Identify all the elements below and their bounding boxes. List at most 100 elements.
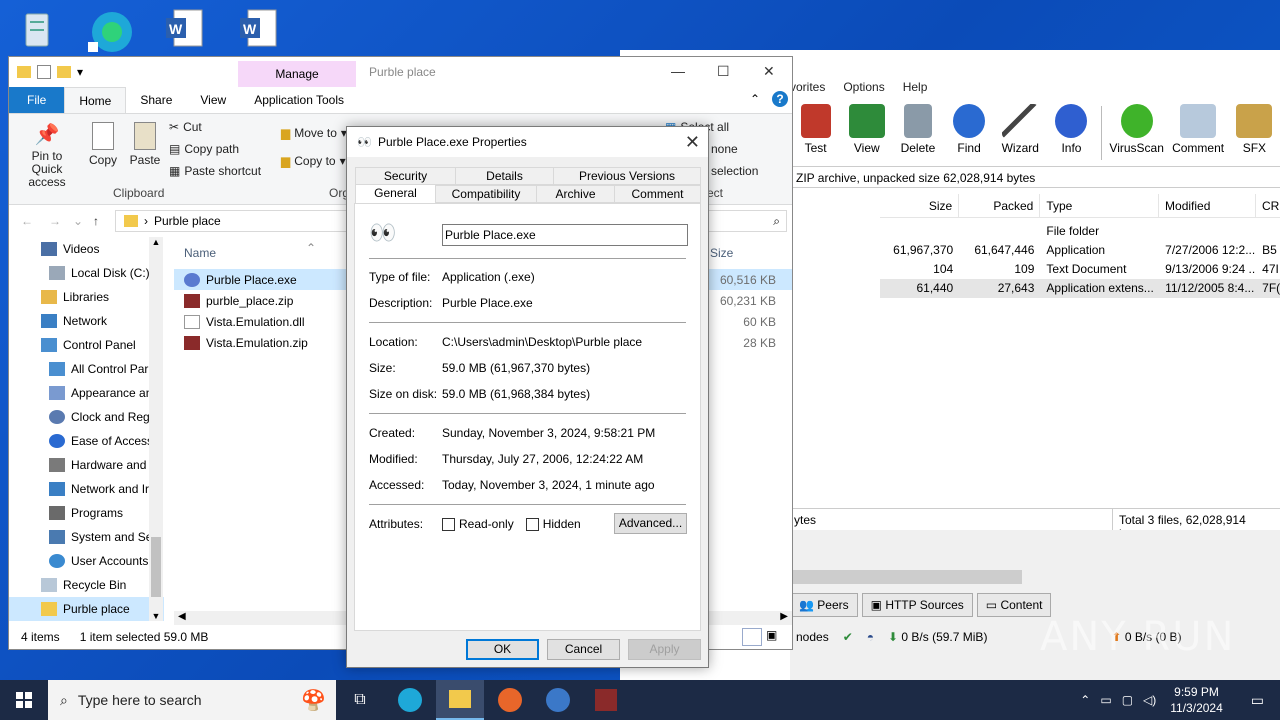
taskbar-edge[interactable] — [386, 680, 434, 720]
column-crc[interactable]: CR — [1256, 194, 1280, 217]
menu-favorites[interactable]: vorites — [790, 80, 825, 100]
word-document-icon[interactable]: W — [234, 6, 282, 54]
nav-item-all-control-panel[interactable]: All Control Par — [9, 357, 164, 381]
tab-details[interactable]: Details — [455, 167, 554, 185]
nav-item-hardware[interactable]: Hardware and — [9, 453, 164, 477]
select-none-button[interactable]: none — [711, 142, 738, 156]
ethernet-icon[interactable]: ▢ — [1122, 693, 1133, 707]
filename-field[interactable]: Purble Place.exe — [442, 224, 688, 246]
close-icon[interactable]: ✕ — [763, 63, 775, 80]
taskbar-winrar[interactable] — [582, 680, 630, 720]
scrollbar-thumb[interactable] — [151, 537, 161, 597]
maximize-icon[interactable]: ☐ — [717, 63, 730, 80]
table-row[interactable]: File folder — [880, 222, 1280, 241]
apply-button[interactable]: Apply — [628, 639, 701, 660]
hidden-checkbox[interactable]: Hidden — [525, 517, 581, 531]
recent-chevron-icon[interactable]: ⌄ — [73, 214, 83, 228]
scroll-left-icon[interactable]: ◀ — [178, 611, 186, 622]
table-row[interactable]: 61,967,370 61,647,446 Application 7/27/2006… — [880, 241, 1280, 260]
chevron-up-icon[interactable]: ⌃ — [1080, 693, 1090, 707]
pin-to-quick-access-button[interactable]: 📌 Pin to Quick access — [15, 122, 79, 189]
new-folder-icon[interactable] — [57, 66, 71, 78]
chevron-up-icon[interactable]: ⌃ — [750, 92, 760, 106]
back-icon[interactable]: ← — [21, 214, 33, 228]
nav-scrollbar[interactable]: ▲ ▼ — [149, 237, 163, 621]
paste-shortcut-button[interactable]: ▦ Paste shortcut — [169, 164, 261, 178]
taskbar-file-explorer[interactable] — [436, 680, 484, 720]
advanced-button[interactable]: Advanced... — [614, 513, 687, 534]
nav-item-programs[interactable]: Programs — [9, 501, 164, 525]
clock[interactable]: 9:59 PM 11/3/2024 — [1170, 684, 1223, 716]
test-button[interactable]: Test — [790, 102, 841, 164]
cancel-button[interactable]: Cancel — [547, 639, 620, 660]
tab-compatibility[interactable]: Compatibility — [435, 185, 537, 203]
tab-view[interactable]: View — [186, 87, 240, 113]
nav-item-control-panel[interactable]: Control Panel — [9, 333, 164, 357]
nav-item-recycle-bin[interactable]: Recycle Bin — [9, 573, 164, 597]
edge-icon[interactable] — [86, 6, 134, 54]
scroll-down-icon[interactable]: ▼ — [149, 611, 163, 621]
taskbar-qbittorrent[interactable] — [534, 680, 582, 720]
delete-button[interactable]: Delete — [892, 102, 943, 164]
speed-limit-icon[interactable]: ◓ — [867, 630, 874, 644]
nav-item-user-accounts[interactable]: User Accounts — [9, 549, 164, 573]
tab-share[interactable]: Share — [126, 87, 186, 113]
help-icon[interactable]: ? — [772, 91, 788, 107]
taskbar-firefox[interactable] — [486, 680, 534, 720]
nav-item-clock-region[interactable]: Clock and Regi — [9, 405, 164, 429]
tab-archive[interactable]: Archive — [536, 185, 615, 203]
nav-item-network-internet[interactable]: Network and Ir — [9, 477, 164, 501]
chevron-down-icon[interactable]: ▾ — [77, 65, 83, 79]
nav-item-appearance[interactable]: Appearance an — [9, 381, 164, 405]
tab-manage[interactable]: Manage — [238, 61, 356, 87]
nav-item-system-security[interactable]: System and Se — [9, 525, 164, 549]
network-icon[interactable]: ▭ — [1100, 693, 1111, 707]
forward-icon[interactable]: → — [49, 214, 61, 228]
cut-button[interactable]: ✂ Cut — [169, 120, 202, 134]
search-box[interactable]: ⌕ Type here to search 🍄 — [48, 680, 336, 720]
scroll-right-icon[interactable]: ▶ — [780, 611, 788, 622]
copy-to-button[interactable]: ▆ Copy to ▾ — [281, 154, 346, 168]
start-button[interactable] — [0, 680, 48, 720]
tab-security[interactable]: Security — [355, 167, 456, 185]
tab-file[interactable]: File — [9, 87, 65, 113]
column-type[interactable]: Type — [1040, 194, 1160, 217]
menu-help[interactable]: Help — [903, 80, 928, 100]
tab-http-sources[interactable]: ▣ HTTP Sources — [861, 593, 973, 617]
ok-button[interactable]: OK — [466, 639, 539, 660]
virusscan-button[interactable]: VirusScan — [1106, 102, 1167, 164]
find-button[interactable]: Find — [944, 102, 995, 164]
readonly-checkbox[interactable]: Read-only — [442, 517, 514, 531]
scroll-up-icon[interactable]: ▲ — [149, 237, 163, 247]
breadcrumb[interactable]: Purble place — [154, 214, 221, 228]
nav-item-local-disk[interactable]: Local Disk (C:) — [9, 261, 164, 285]
info-button[interactable]: Info — [1046, 102, 1097, 164]
volume-icon[interactable]: ◁) — [1143, 693, 1156, 707]
nav-item-libraries[interactable]: Libraries — [9, 285, 164, 309]
nav-item-purble-place[interactable]: Purble place — [9, 597, 164, 621]
large-icons-view-icon[interactable]: ▣ — [766, 628, 784, 646]
task-view-button[interactable]: ⧉ — [336, 680, 384, 720]
minimize-icon[interactable]: — — [671, 63, 685, 79]
properties-icon[interactable] — [37, 65, 51, 79]
menu-options[interactable]: Options — [843, 80, 884, 100]
sfx-button[interactable]: SFX — [1229, 102, 1280, 164]
table-row[interactable]: 104 109 Text Document 9/13/2006 9:24 ... 47I — [880, 260, 1280, 279]
details-view-icon[interactable] — [742, 628, 762, 646]
column-packed[interactable]: Packed — [959, 194, 1041, 217]
wizard-button[interactable]: Wizard — [995, 102, 1046, 164]
tab-comment[interactable]: Comment — [614, 185, 701, 203]
tab-home[interactable]: Home — [64, 87, 127, 113]
copy-path-button[interactable]: ▤ Copy path — [169, 142, 239, 156]
notifications-icon[interactable]: ▭ — [1251, 692, 1264, 709]
search-icon[interactable]: ⌕ — [773, 214, 780, 229]
copy-button[interactable]: Copy — [85, 122, 121, 167]
recycle-bin-icon[interactable] — [12, 6, 60, 54]
table-row[interactable]: 61,440 27,643 Application extens... 11/12/2… — [880, 279, 1280, 298]
column-name[interactable]: Name — [184, 246, 216, 260]
tab-application-tools[interactable]: Application Tools — [240, 87, 358, 113]
close-icon[interactable]: ✕ — [685, 132, 700, 153]
horizontal-scrollbar[interactable] — [790, 570, 1022, 584]
column-size[interactable]: Size — [880, 194, 960, 217]
column-size[interactable]: Size — [710, 246, 733, 260]
